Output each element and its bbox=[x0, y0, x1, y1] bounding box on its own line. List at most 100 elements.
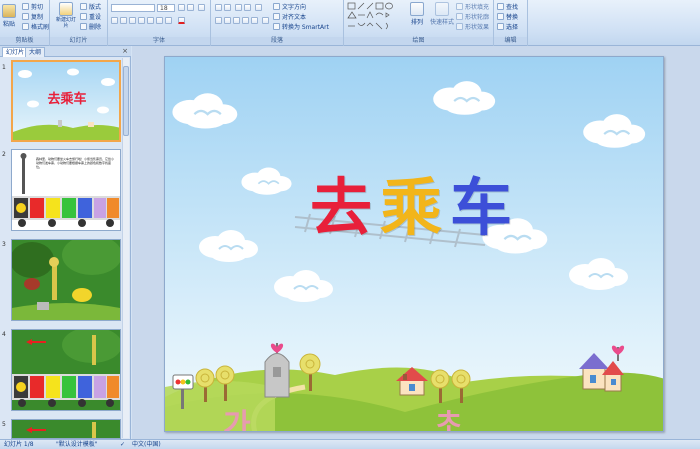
font-size-combo[interactable]: 18 bbox=[157, 4, 175, 12]
clear-format-button[interactable] bbox=[198, 4, 205, 11]
tab-outline[interactable]: 大纲 bbox=[25, 47, 46, 57]
delete-button[interactable]: 删除 bbox=[80, 22, 101, 31]
copy-button[interactable]: 复制 bbox=[22, 12, 43, 21]
bullets-button[interactable] bbox=[215, 4, 222, 11]
format-painter-button[interactable]: 格式刷 bbox=[22, 22, 49, 31]
text-direction-button[interactable]: 文字方向 bbox=[273, 2, 306, 11]
slides-group-label: 幻灯片 bbox=[50, 37, 107, 45]
grow-font-button[interactable] bbox=[178, 4, 185, 11]
cut-button[interactable]: 剪切 bbox=[22, 2, 43, 11]
align-text-icon bbox=[273, 13, 280, 20]
find-button[interactable]: 查找 bbox=[497, 2, 518, 11]
font-name-combo[interactable] bbox=[111, 4, 155, 12]
slide-thumbnail-2[interactable]: 森林里，动物们要坐火车去旅行啦！小熊当售票员，它给小动物们发车票，小动物们要根据… bbox=[11, 149, 121, 231]
numbering-button[interactable] bbox=[224, 4, 231, 11]
drawing-group-label: 绘图 bbox=[344, 37, 493, 45]
convert-smartart-button[interactable]: 转换为 SmartArt bbox=[273, 22, 329, 31]
panel-tabs: 幻灯片 大纲 × bbox=[0, 46, 131, 57]
copy-label: 复制 bbox=[31, 14, 44, 21]
quick-styles-label: 快速样式 bbox=[430, 19, 455, 26]
cursor-icon bbox=[497, 23, 504, 30]
reset-button[interactable]: 重设 bbox=[80, 12, 101, 21]
slide-thumbnail-3[interactable] bbox=[11, 239, 121, 321]
fill-icon bbox=[456, 3, 463, 10]
align-left-button[interactable] bbox=[215, 17, 222, 24]
quick-styles-icon bbox=[435, 2, 449, 16]
shape-outline-button[interactable]: 形状轮廓 bbox=[456, 12, 489, 21]
align-right-button[interactable] bbox=[233, 17, 240, 24]
title-char-2: 乘 bbox=[379, 171, 450, 244]
slide-title[interactable]: 去乘车 bbox=[165, 157, 663, 247]
slide-info: 幻灯片 1/8 bbox=[4, 441, 34, 448]
replace-icon bbox=[497, 13, 504, 20]
new-slide-button[interactable]: 新建幻灯片 bbox=[54, 2, 78, 29]
font-group-label: 字体 bbox=[108, 37, 210, 45]
slide-thumbnail-5-image bbox=[12, 420, 120, 438]
new-slide-icon bbox=[59, 2, 73, 16]
format-painter-label: 格式刷 bbox=[31, 24, 50, 31]
paste-label: 粘贴 bbox=[2, 21, 15, 28]
shapes-gallery[interactable] bbox=[347, 2, 401, 30]
strikethrough-button[interactable] bbox=[138, 17, 145, 24]
bold-button[interactable] bbox=[111, 17, 118, 24]
replace-button[interactable]: 替换 bbox=[497, 12, 518, 21]
clipboard-group-label: 剪贴板 bbox=[0, 37, 49, 45]
slide-thumbnail-5[interactable] bbox=[11, 419, 121, 439]
shrink-font-button[interactable] bbox=[187, 4, 194, 11]
slide-thumbnail-4[interactable] bbox=[11, 329, 121, 411]
italic-button[interactable] bbox=[120, 17, 127, 24]
paste-button[interactable]: 粘贴 bbox=[2, 4, 16, 28]
slide-editing-area: 가 초 去乘车 bbox=[132, 46, 700, 439]
decrease-indent-button[interactable] bbox=[235, 4, 242, 11]
shape-outline-label: 形状轮廓 bbox=[465, 14, 490, 21]
line-spacing-button[interactable] bbox=[255, 4, 262, 11]
thumb1-title: 去乘车 bbox=[47, 92, 87, 107]
scissors-icon bbox=[22, 3, 29, 10]
arrange-icon bbox=[410, 2, 424, 16]
underline-button[interactable] bbox=[129, 17, 136, 24]
new-slide-label: 新建幻灯片 bbox=[55, 17, 76, 29]
distribute-button[interactable] bbox=[251, 17, 258, 24]
slide-thumbnail-1[interactable]: 去乘车 bbox=[11, 60, 121, 142]
outline-icon bbox=[456, 13, 463, 20]
layout-button[interactable]: 版式 bbox=[80, 2, 101, 11]
title-char-3: 车 bbox=[450, 171, 521, 244]
font-color-button[interactable] bbox=[178, 17, 185, 24]
slide-number-3: 3 bbox=[2, 241, 6, 248]
font-group: 18 字体 bbox=[108, 0, 211, 46]
shape-effects-button[interactable]: 形状效果 bbox=[456, 22, 489, 31]
decorative-letter: 초 bbox=[435, 408, 463, 432]
quick-styles-button[interactable]: 快速样式 bbox=[430, 2, 454, 26]
slides-panel-scrollbar[interactable] bbox=[122, 58, 129, 438]
change-case-button[interactable] bbox=[165, 17, 172, 24]
slide-canvas[interactable]: 가 초 去乘车 bbox=[164, 56, 664, 432]
arrange-button[interactable]: 排列 bbox=[410, 2, 424, 26]
drawing-group: 排列 快速样式 形状填充 形状轮廓 形状效果 绘图 bbox=[344, 0, 494, 46]
close-icon[interactable]: × bbox=[122, 47, 128, 55]
convert-smartart-label: 转换为 SmartArt bbox=[282, 24, 329, 31]
align-text-button[interactable]: 对齐文本 bbox=[273, 12, 306, 21]
language: 中文(中国) bbox=[132, 441, 161, 448]
select-button[interactable]: 选择 bbox=[497, 22, 518, 31]
paragraph-group-label: 段落 bbox=[211, 37, 343, 45]
shape-fill-button[interactable]: 形状填充 bbox=[456, 2, 489, 11]
editing-group: 查找 替换 选择 编辑 bbox=[494, 0, 528, 46]
cut-label: 剪切 bbox=[31, 4, 44, 11]
editing-group-label: 编辑 bbox=[494, 37, 527, 45]
justify-button[interactable] bbox=[242, 17, 249, 24]
spellcheck-icon[interactable]: ✓ bbox=[120, 440, 125, 449]
columns-button[interactable] bbox=[262, 17, 269, 24]
increase-indent-button[interactable] bbox=[244, 4, 251, 11]
scrollbar-thumb[interactable] bbox=[123, 66, 129, 136]
slide-number-4: 4 bbox=[2, 331, 6, 338]
binoculars-icon bbox=[497, 3, 504, 10]
delete-label: 删除 bbox=[89, 24, 102, 31]
find-label: 查找 bbox=[506, 4, 519, 11]
align-center-button[interactable] bbox=[224, 17, 231, 24]
font-size-value: 18 bbox=[160, 5, 168, 12]
char-spacing-button[interactable] bbox=[156, 17, 163, 24]
smartart-icon bbox=[273, 23, 280, 30]
thumb2-text: 森林里，动物们要坐火车去旅行啦！小熊当售票员，它给小动物们发车票，小动物们要根据… bbox=[36, 157, 115, 169]
clipboard-group: 粘贴 剪切 复制 格式刷 剪贴板 bbox=[0, 0, 50, 46]
shadow-button[interactable] bbox=[147, 17, 154, 24]
